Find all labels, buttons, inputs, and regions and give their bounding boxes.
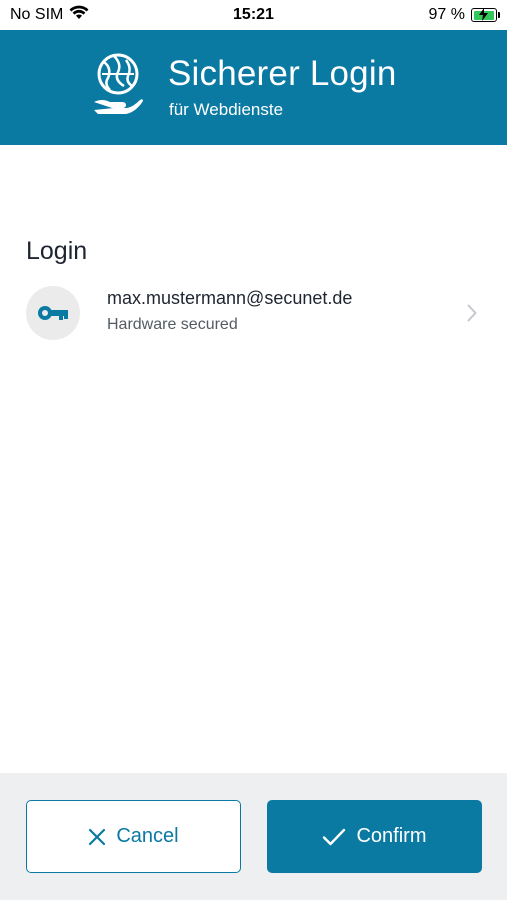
page-subtitle: für Webdienste [169,100,284,119]
confirm-button[interactable]: Confirm [267,800,482,873]
app-header: Sicherer Login für Webdienste [0,30,507,145]
status-bar: No SIM 15:21 97 % [0,0,507,30]
status-right: 97 % [428,6,500,24]
section-title-login: Login [26,237,88,265]
bolt-icon [479,8,488,21]
status-left: No SIM [10,5,89,25]
close-icon [89,828,106,845]
chevron-right-icon [467,304,477,322]
bottom-action-bar: Cancel Confirm [0,773,507,900]
page-title: Sicherer Login [168,54,397,93]
wifi-icon [69,5,89,25]
cancel-button-label: Cancel [116,825,179,847]
key-icon [38,306,68,320]
battery-charging-icon [471,8,500,22]
cancel-button[interactable]: Cancel [26,800,241,873]
login-item[interactable]: max.mustermann@secunet.de Hardware secur… [0,278,507,348]
confirm-button-label: Confirm [356,825,427,847]
globe-hand-logo-icon [94,53,143,114]
login-security-status: Hardware secured [107,316,238,333]
carrier-label: No SIM [10,6,64,23]
checkmark-icon [323,828,346,845]
battery-percent: 97 % [428,6,465,23]
key-icon-container [26,286,80,340]
login-email: max.mustermann@secunet.de [107,288,353,308]
